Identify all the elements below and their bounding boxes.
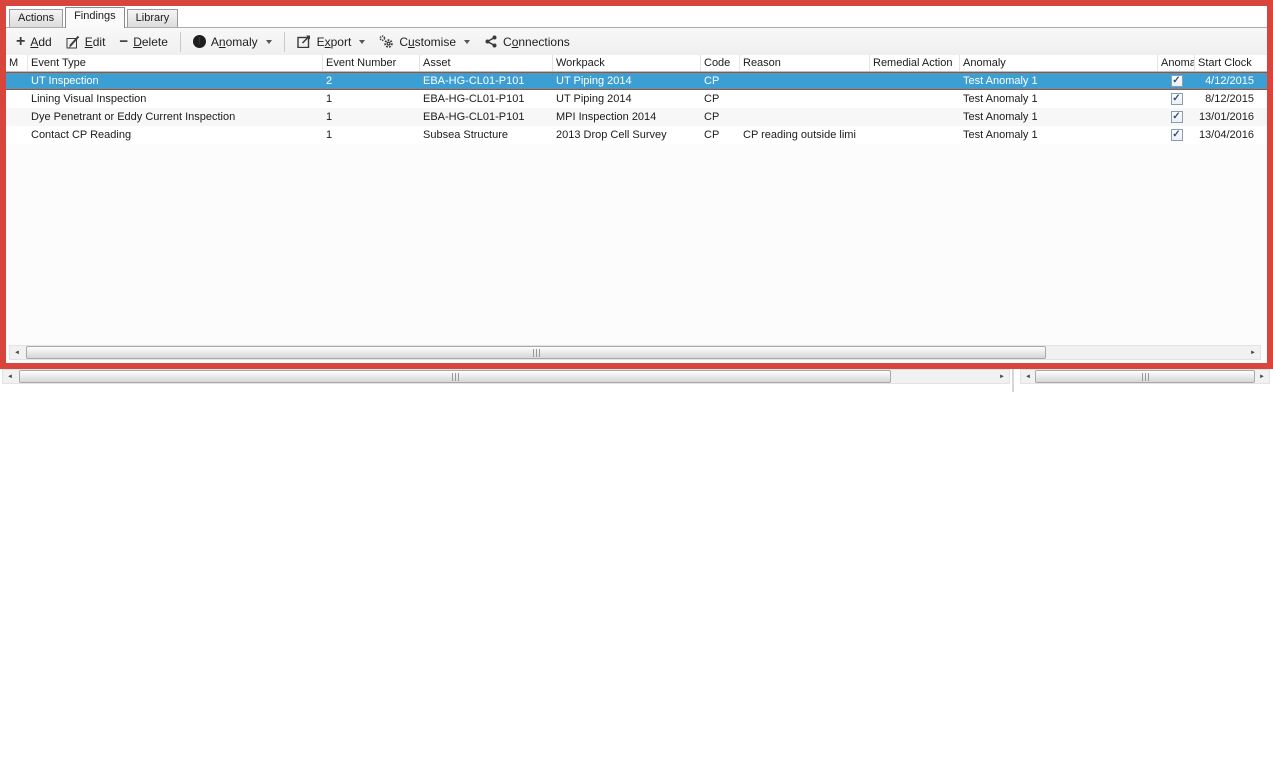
findings-panel: Actions Findings Library + Add Edit − De… (0, 0, 1273, 369)
cell-event-type: Dye Penetrant or Eddy Current Inspection (28, 111, 323, 123)
cell-code: CP (701, 93, 740, 105)
export-icon (297, 35, 312, 48)
chevron-down-icon (464, 40, 470, 44)
column-header-m[interactable]: M (6, 55, 28, 71)
scroll-right-arrow[interactable]: ► (1246, 350, 1260, 356)
plus-icon: + (16, 36, 25, 48)
column-header-asset[interactable]: Asset (420, 55, 553, 71)
cell-anomaly: Test Anomaly 1 (960, 93, 1158, 105)
delete-label: Delete (133, 35, 168, 49)
cell-code: CP (701, 129, 740, 141)
anomaly-label: Anomaly (211, 35, 258, 49)
cell-asset: Subsea Structure (420, 129, 553, 141)
scroll-left-arrow[interactable]: ◄ (10, 350, 24, 356)
column-header-remedial-action[interactable]: Remedial Action (870, 55, 960, 71)
anomaly-checkbox[interactable]: ✓ (1171, 93, 1183, 105)
cell-start-clock: 4/12/2015 (1195, 75, 1260, 87)
cell-start-clock: 13/01/2016 (1195, 111, 1260, 123)
cell-start-clock: 8/12/2015 (1195, 93, 1260, 105)
scroll-right-arrow[interactable]: ► (995, 374, 1009, 380)
scroll-grip (1142, 373, 1149, 381)
scroll-thumb[interactable] (26, 346, 1046, 359)
main-horizontal-scrollbar[interactable]: ◄ ► (2, 369, 1010, 384)
column-header-reason[interactable]: Reason (740, 55, 870, 71)
toolbar-separator (284, 32, 285, 52)
delete-button[interactable]: − Delete (113, 30, 173, 54)
add-button[interactable]: + Add (10, 30, 58, 54)
cell-event-number: 1 (323, 129, 420, 141)
customise-button[interactable]: Customise (373, 30, 476, 54)
table-row-ut-inspection[interactable]: UT Inspection 2 EBA-HG-CL01-P101 UT Pipi… (6, 72, 1267, 90)
cell-event-type: UT Inspection (28, 75, 323, 87)
column-header-start-clock[interactable]: Start Clock (1195, 55, 1260, 71)
right-horizontal-scrollbar[interactable]: ◄ ► (1020, 369, 1270, 384)
column-header-event-number[interactable]: Event Number (323, 55, 420, 71)
scroll-right-arrow[interactable]: ► (1255, 374, 1269, 380)
tab-bar: Actions Findings Library (6, 6, 1267, 28)
edit-button[interactable]: Edit (60, 30, 112, 54)
cell-asset: EBA-HG-CL01-P101 (420, 75, 553, 87)
column-header-workpack[interactable]: Workpack (553, 55, 701, 71)
pencil-icon (66, 35, 80, 49)
connections-label: Connections (503, 35, 570, 49)
anomaly-checkbox[interactable]: ✓ (1171, 75, 1183, 87)
scroll-left-arrow[interactable]: ◄ (3, 374, 17, 380)
cell-event-number: 1 (323, 111, 420, 123)
scroll-thumb[interactable] (1035, 370, 1255, 383)
toolbar-separator (180, 32, 181, 52)
findings-horizontal-scrollbar[interactable]: ◄ ► (9, 345, 1261, 360)
gear-icon (379, 35, 394, 49)
anomaly-checkbox[interactable]: ✓ (1171, 129, 1183, 141)
cell-event-type: Contact CP Reading (28, 129, 323, 141)
table-row-dye-penetrant[interactable]: Dye Penetrant or Eddy Current Inspection… (6, 108, 1267, 126)
cell-asset: EBA-HG-CL01-P101 (420, 111, 553, 123)
anomaly-checkbox[interactable]: ✓ (1171, 111, 1183, 123)
scroll-thumb[interactable] (19, 370, 891, 383)
cell-asset: EBA-HG-CL01-P101 (420, 93, 553, 105)
cell-start-clock: 13/04/2016 (1195, 129, 1260, 141)
anomaly-exclamation-icon: ! (193, 35, 206, 48)
cell-reason: CP reading outside limi (740, 129, 870, 141)
tab-findings[interactable]: Findings (65, 7, 125, 28)
cell-workpack: UT Piping 2014 (553, 75, 701, 87)
findings-toolbar: + Add Edit − Delete ! Anomaly Export Cus… (6, 28, 1267, 55)
scroll-track[interactable] (17, 370, 995, 383)
cell-anomaly: Test Anomaly 1 (960, 75, 1158, 87)
connections-button[interactable]: Connections (478, 30, 576, 54)
cell-event-type: Lining Visual Inspection (28, 93, 323, 105)
column-header-anomaly[interactable]: Anomaly (960, 55, 1158, 71)
tab-library[interactable]: Library (127, 9, 179, 27)
cell-event-number: 2 (323, 75, 420, 87)
cell-anomaly: Test Anomaly 1 (960, 129, 1158, 141)
add-label: Add (30, 35, 51, 49)
chevron-down-icon (266, 40, 272, 44)
scroll-grip (452, 373, 459, 381)
scroll-left-arrow[interactable]: ◄ (1021, 374, 1035, 380)
edit-label: Edit (85, 35, 106, 49)
table-row-contact-cp-reading[interactable]: Contact CP Reading 1 Subsea Structure 20… (6, 126, 1267, 144)
table-row-lining-visual-inspection[interactable]: Lining Visual Inspection 1 EBA-HG-CL01-P… (6, 90, 1267, 108)
minus-icon: − (119, 37, 128, 47)
cell-anomaly: Test Anomaly 1 (960, 111, 1158, 123)
customise-label: Customise (399, 35, 456, 49)
cell-workpack: UT Piping 2014 (553, 93, 701, 105)
connections-icon (484, 35, 498, 48)
cell-code: CP (701, 75, 740, 87)
column-header-anomaly-flag[interactable]: Anomaly (1158, 55, 1195, 71)
column-header-event-type[interactable]: Event Type (28, 55, 323, 71)
cell-workpack: 2013 Drop Cell Survey (553, 129, 701, 141)
scroll-track[interactable] (24, 346, 1246, 359)
column-header-code[interactable]: Code (701, 55, 740, 71)
cell-code: CP (701, 111, 740, 123)
export-label: Export (317, 35, 352, 49)
tab-actions[interactable]: Actions (9, 9, 63, 27)
findings-table-header: M Event Type Event Number Asset Workpack… (6, 55, 1267, 72)
chevron-down-icon (359, 40, 365, 44)
anomaly-button[interactable]: ! Anomaly (187, 30, 278, 54)
export-button[interactable]: Export (291, 30, 372, 54)
cell-event-number: 1 (323, 93, 420, 105)
scroll-grip (533, 349, 540, 357)
scroll-track[interactable] (1035, 370, 1255, 383)
cell-workpack: MPI Inspection 2014 (553, 111, 701, 123)
